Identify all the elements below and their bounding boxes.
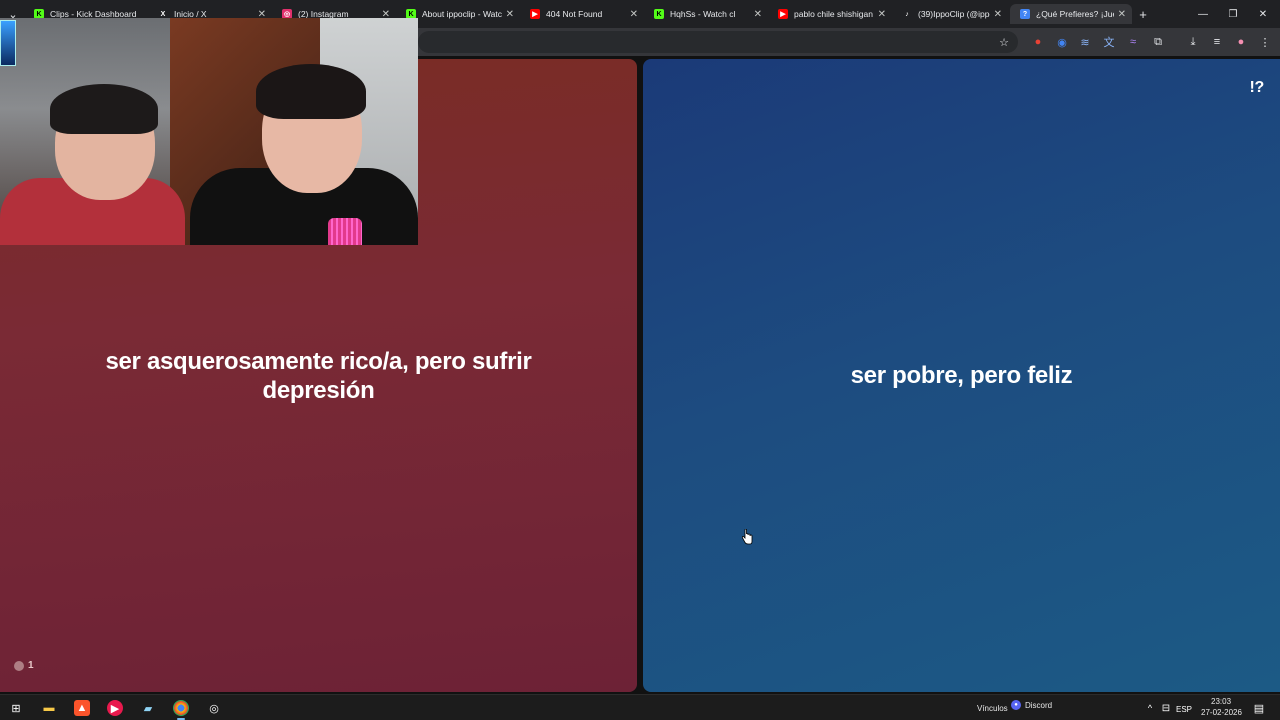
kick-icon: K xyxy=(654,9,664,19)
close-tab-icon[interactable]: ✕ xyxy=(1118,9,1126,20)
media-control-icon[interactable]: ≡ xyxy=(1209,34,1225,50)
wyr-icon: ? xyxy=(1020,9,1030,19)
address-bar[interactable] xyxy=(418,31,1018,53)
hand-cursor-icon xyxy=(741,529,753,545)
file-explorer-icon[interactable]: ▬ xyxy=(41,700,57,716)
download-icon[interactable]: ⤓ xyxy=(1185,34,1201,50)
tab-title: 404 Not Found xyxy=(546,9,603,19)
profile-avatar-icon[interactable]: ● xyxy=(1233,34,1249,50)
extension-icon[interactable]: ◉ xyxy=(1054,34,1070,50)
stream-thumbnail xyxy=(0,20,16,66)
discord-label[interactable]: Discord xyxy=(1025,701,1052,710)
extension-icon[interactable]: ● xyxy=(1030,34,1046,50)
tab-title: HqhSs - Watch cl xyxy=(670,9,736,19)
tab-tiktok-ippoclip[interactable]: ♪ (39)IppoClip (@ippo ✕ xyxy=(892,4,1008,24)
vote-count: 1 xyxy=(28,660,34,671)
bookmark-star-icon[interactable]: ☆ xyxy=(996,34,1012,50)
webcam-overlay xyxy=(0,18,418,245)
links-toolbar-label[interactable]: Vínculos xyxy=(977,704,1008,713)
pink-bottle xyxy=(328,218,362,245)
left-option-text: ser asquerosamente rico/a, pero sufrir d… xyxy=(105,347,532,404)
brave-browser-icon[interactable]: ▲ xyxy=(74,700,90,716)
clock-date[interactable]: 27-02-2026 xyxy=(1201,708,1242,717)
extension-icon[interactable]: ≈ xyxy=(1125,34,1141,50)
new-tab-button[interactable]: + xyxy=(1135,6,1151,22)
notifications-icon[interactable]: ▤ xyxy=(1251,700,1267,716)
fire-icon xyxy=(14,660,24,671)
youtube-icon: ▶ xyxy=(778,9,788,19)
tab-que-prefieres[interactable]: ? ¿Qué Prefieres? ¡Jueg ✕ xyxy=(1010,4,1132,24)
vote-counter: 1 xyxy=(14,651,34,680)
close-tab-icon[interactable]: ✕ xyxy=(878,9,886,20)
tab-title: (39)IppoClip (@ippo xyxy=(918,9,990,19)
close-window-button[interactable]: ✕ xyxy=(1248,4,1278,24)
windows-start-icon[interactable]: ⊞ xyxy=(8,700,24,716)
close-tab-icon[interactable]: ✕ xyxy=(630,9,638,20)
close-tab-icon[interactable]: ✕ xyxy=(994,9,1002,20)
person-right-hair xyxy=(256,64,366,119)
right-option-card[interactable]: ser pobre, pero feliz !? xyxy=(643,59,1280,692)
site-logo[interactable]: !? xyxy=(1249,73,1264,102)
tab-title: About ippoclip - Watch xyxy=(422,9,502,19)
menu-kebab-icon[interactable]: ⋮ xyxy=(1257,34,1273,50)
language-indicator[interactable]: ESP xyxy=(1176,701,1192,717)
notes-app-icon[interactable]: ▰ xyxy=(140,700,156,716)
minimize-button[interactable]: — xyxy=(1188,4,1218,24)
windows-taskbar: ⊞ ▬ ▲ ▶ ▰ ◎ Vínculos ● Discord ^ ⊟ ESP 2… xyxy=(0,694,1280,720)
obs-icon[interactable]: ◎ xyxy=(206,700,222,716)
extensions-puzzle-icon[interactable]: ⧉ xyxy=(1150,34,1166,50)
tray-chevron-icon[interactable]: ^ xyxy=(1142,700,1158,716)
tab-pablo-chile[interactable]: ▶ pablo chile shishigan ✕ xyxy=(768,4,892,24)
restore-button[interactable]: ❐ xyxy=(1218,4,1248,24)
close-tab-icon[interactable]: ✕ xyxy=(506,9,514,20)
translate-icon[interactable]: 文 xyxy=(1101,34,1117,50)
tab-title: pablo chile shishigan xyxy=(794,9,873,19)
tab-hqhss[interactable]: K HqhSs - Watch cl ✕ xyxy=(644,4,768,24)
youtube-icon: ▶ xyxy=(530,9,540,19)
person-left-hair xyxy=(50,84,158,134)
tiktok-icon: ♪ xyxy=(905,10,909,18)
extension-icon[interactable]: ≋ xyxy=(1077,34,1093,50)
discord-icon: ● xyxy=(1011,700,1021,710)
tab-title: ¿Qué Prefieres? ¡Jueg xyxy=(1036,9,1114,19)
clock-time[interactable]: 23:03 xyxy=(1211,697,1231,706)
chrome-icon[interactable] xyxy=(173,700,189,720)
media-player-icon[interactable]: ▶ xyxy=(107,700,123,716)
right-option-text: ser pobre, pero feliz xyxy=(850,362,1073,389)
close-tab-icon[interactable]: ✕ xyxy=(754,9,762,20)
tab-404[interactable]: ▶ 404 Not Found ✕ xyxy=(520,4,644,24)
